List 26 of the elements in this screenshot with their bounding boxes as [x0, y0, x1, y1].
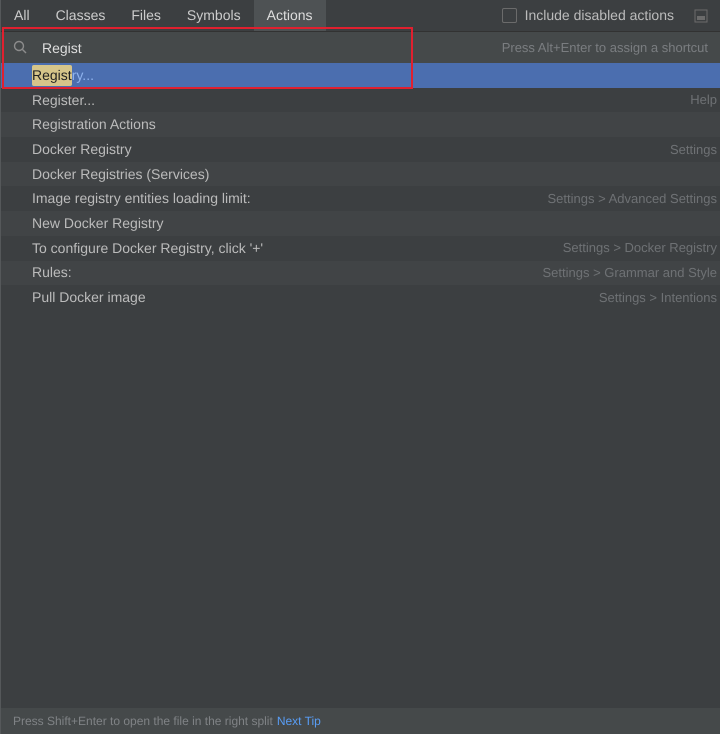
action-name: Docker Registry — [32, 140, 132, 159]
result-row[interactable]: Docker Registries (Services) — [1, 162, 720, 186]
action-name: Docker Registries (Services) — [32, 164, 210, 184]
checkbox[interactable] — [502, 8, 517, 23]
result-row[interactable]: Registry... — [1, 63, 720, 88]
tab[interactable]: Actions — [254, 0, 326, 31]
tab[interactable]: Files — [118, 0, 174, 31]
action-name: Rules: — [32, 263, 72, 282]
action-name: Image registry entities loading limit: — [32, 189, 251, 208]
match-highlight: Regist — [32, 64, 72, 86]
action-name: Pull Docker image — [32, 288, 146, 308]
pin-icon[interactable] — [694, 8, 708, 22]
tab[interactable]: Classes — [42, 0, 118, 31]
action-name: ry... — [72, 66, 94, 85]
next-tip-link[interactable]: Next Tip — [276, 712, 321, 730]
checkbox-label: Include disabled actions — [524, 6, 674, 25]
tip-text: Press Shift+Enter to open the file in the right split — [13, 713, 273, 730]
tab[interactable]: Symbols — [174, 0, 254, 31]
action-name: To configure Docker Registry, click '+' — [32, 238, 264, 258]
result-row[interactable]: New Docker Registry — [1, 211, 720, 236]
tab[interactable]: All — [1, 0, 43, 31]
action-name: Register... — [32, 90, 96, 110]
action-name: New Docker Registry — [32, 214, 164, 233]
action-name: Registration Actions — [32, 115, 156, 134]
search-icon — [13, 40, 28, 55]
result-row[interactable]: Registration Actions — [1, 112, 720, 138]
